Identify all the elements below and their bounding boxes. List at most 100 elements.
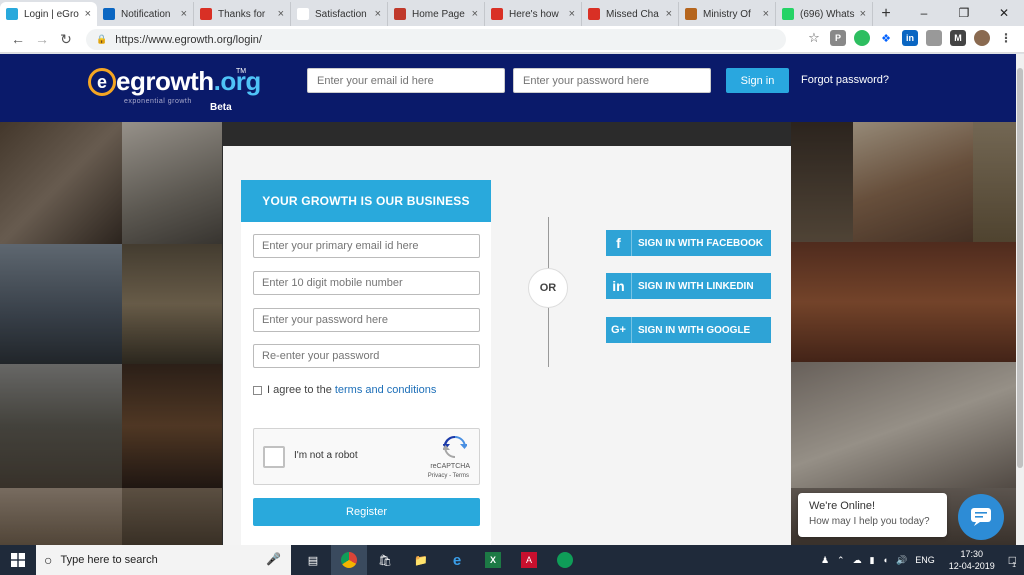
- blank-favicon-icon: [297, 8, 309, 20]
- login-panel: YOUR GROWTH IS OUR BUSINESS I agree to t…: [223, 146, 791, 560]
- egrowth-logo[interactable]: e egrowth.org TM exponential growth Beta: [88, 66, 261, 113]
- tab-close-icon[interactable]: ×: [181, 8, 187, 20]
- evernote-extension-icon[interactable]: [854, 30, 870, 46]
- tab-close-icon[interactable]: ×: [85, 8, 91, 20]
- linkedin-signin-button[interactable]: in SIGN IN WITH LINKEDIN: [606, 273, 771, 299]
- task-view-icon[interactable]: ▤: [295, 545, 331, 575]
- facebook-signin-label: SIGN IN WITH FACEBOOK: [638, 237, 763, 249]
- hangouts-icon[interactable]: [547, 545, 583, 575]
- chat-line-1: We're Online!: [809, 500, 876, 512]
- language-indicator[interactable]: ENG: [915, 555, 935, 565]
- excel-icon[interactable]: X: [475, 545, 511, 575]
- browser-tab[interactable]: Missed Cha ×: [582, 2, 679, 26]
- tab-close-icon[interactable]: ×: [278, 8, 284, 20]
- cloud-icon[interactable]: ☁: [853, 555, 862, 566]
- browser-tab[interactable]: Satisfaction ×: [291, 2, 388, 26]
- tab-close-icon[interactable]: ×: [860, 8, 866, 20]
- linkedin-extension-icon[interactable]: in: [902, 30, 918, 46]
- back-icon[interactable]: ←: [6, 31, 30, 47]
- dropbox-extension-icon[interactable]: ❖: [878, 30, 894, 46]
- forward-icon[interactable]: →: [30, 31, 54, 47]
- terms-link[interactable]: terms and conditions: [335, 384, 437, 396]
- emblem-favicon-icon: [685, 8, 697, 20]
- browser-tab[interactable]: Ministry Of ×: [679, 2, 776, 26]
- or-badge: OR: [528, 268, 568, 308]
- microphone-icon[interactable]: 🎤: [266, 552, 281, 566]
- browser-tab[interactable]: Login | eGro ×: [0, 2, 97, 26]
- acrobat-icon[interactable]: A: [511, 545, 547, 575]
- browser-tab[interactable]: Home Page ×: [388, 2, 485, 26]
- extension-icons: ☆ P ❖ in M ⋮: [806, 30, 1014, 46]
- wifi-icon[interactable]: ◖: [883, 555, 888, 565]
- clock-time: 17:30: [960, 549, 983, 559]
- store-icon[interactable]: 🛍: [367, 545, 403, 575]
- page-scrollbar[interactable]: [1016, 54, 1024, 545]
- search-icon: ○: [44, 552, 53, 568]
- restore-icon[interactable]: ❐: [944, 0, 984, 26]
- profile-avatar[interactable]: [974, 30, 990, 46]
- new-tab-button[interactable]: +: [873, 2, 899, 26]
- tab-close-icon[interactable]: ×: [763, 8, 769, 20]
- whatsapp-favicon-icon: [782, 8, 794, 20]
- recaptcha-checkbox[interactable]: [263, 446, 285, 468]
- tab-close-icon[interactable]: ×: [375, 8, 381, 20]
- register-password-input[interactable]: [253, 308, 480, 332]
- reload-icon[interactable]: ↻: [54, 31, 78, 48]
- scrollbar-thumb[interactable]: [1017, 68, 1023, 468]
- form-heading: YOUR GROWTH IS OUR BUSINESS: [241, 180, 491, 222]
- egrowth-favicon-icon: [6, 8, 18, 20]
- battery-icon[interactable]: ▮: [870, 555, 875, 566]
- minimize-icon[interactable]: –: [904, 0, 944, 26]
- page-favicon-icon: [394, 8, 406, 20]
- chrome-icon[interactable]: [331, 545, 367, 575]
- taskbar-search[interactable]: ○ Type here to search 🎤: [36, 545, 291, 575]
- mail-extension-icon[interactable]: M: [950, 30, 966, 46]
- chat-greeting[interactable]: We're Online! How may I help you today?: [798, 493, 947, 537]
- header-email-input[interactable]: [307, 68, 505, 93]
- logo-tagline: exponential growth: [124, 98, 192, 105]
- register-email-input[interactable]: [253, 234, 480, 258]
- browser-tab[interactable]: Thanks for ×: [194, 2, 291, 26]
- volume-icon[interactable]: 🔊: [896, 555, 907, 566]
- taskbar-clock[interactable]: 17:30 12-04-2019: [949, 548, 995, 572]
- tab-close-icon[interactable]: ×: [472, 8, 478, 20]
- start-button[interactable]: [0, 545, 36, 575]
- register-button[interactable]: Register: [253, 498, 480, 526]
- taskbar-search-text: Type here to search: [60, 554, 158, 566]
- tab-label: Thanks for: [218, 8, 266, 20]
- facebook-signin-button[interactable]: f SIGN IN WITH FACEBOOK: [606, 230, 771, 256]
- agree-checkbox[interactable]: [253, 385, 262, 395]
- chat-launcher-button[interactable]: [958, 494, 1004, 540]
- tray-chevron-up-icon[interactable]: ⌃: [837, 555, 845, 566]
- edge-icon[interactable]: e: [439, 545, 475, 575]
- recaptcha-brand: reCAPTCHA: [430, 463, 470, 470]
- close-icon[interactable]: ✕: [984, 0, 1024, 26]
- gmail-favicon-icon: [588, 8, 600, 20]
- facebook-icon: f: [606, 230, 632, 256]
- google-signin-label: SIGN IN WITH GOOGLE: [638, 324, 751, 336]
- forgot-password-link[interactable]: Forgot password?: [801, 74, 889, 86]
- google-signin-button[interactable]: G+ SIGN IN WITH GOOGLE: [606, 317, 771, 343]
- browser-tab[interactable]: Here's how ×: [485, 2, 582, 26]
- linkedin-favicon-icon: [103, 8, 115, 20]
- browser-tab[interactable]: (696) Whats ×: [776, 2, 873, 26]
- tab-close-icon[interactable]: ×: [569, 8, 575, 20]
- tab-label: Satisfaction: [315, 8, 367, 20]
- address-bar[interactable]: 🔒 https://www.egrowth.org/login/: [86, 29, 786, 50]
- header-password-input[interactable]: [513, 68, 711, 93]
- people-icon[interactable]: ♟: [821, 555, 829, 566]
- notification-icon[interactable]: □ 1: [1009, 553, 1016, 569]
- menu-dots-icon[interactable]: ⋮: [998, 30, 1014, 46]
- browser-tab[interactable]: Notification ×: [97, 2, 194, 26]
- camera-extension-icon[interactable]: [926, 30, 942, 46]
- pdf-extension-icon[interactable]: P: [830, 30, 846, 46]
- signin-button[interactable]: Sign in: [726, 68, 789, 93]
- register-mobile-input[interactable]: [253, 271, 480, 295]
- browser-tab-strip: Login | eGro × Notification × Thanks for × Sat…: [0, 0, 1024, 26]
- register-reenter-password-input[interactable]: [253, 344, 480, 368]
- bookmark-star-icon[interactable]: ☆: [806, 30, 822, 46]
- recaptcha-terms[interactable]: Privacy - Terms: [428, 473, 469, 479]
- window-controls: – ❐ ✕: [904, 0, 1024, 26]
- tab-close-icon[interactable]: ×: [666, 8, 672, 20]
- file-explorer-icon[interactable]: 📁: [403, 545, 439, 575]
